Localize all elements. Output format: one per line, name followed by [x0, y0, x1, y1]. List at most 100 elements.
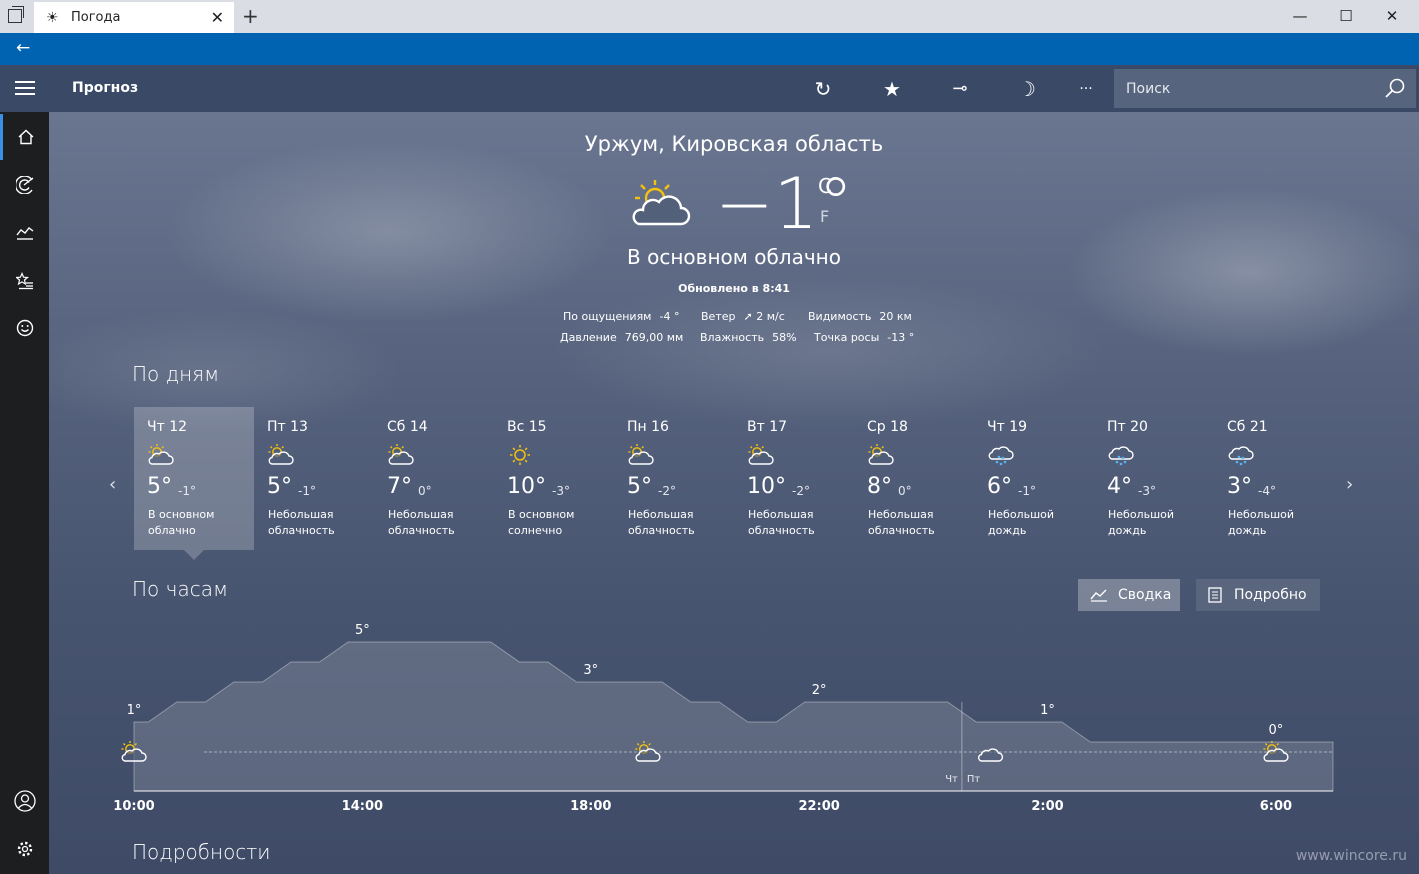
partly-cloudy-icon — [148, 444, 174, 465]
day-description: В основном солнечно — [508, 508, 575, 537]
stat-value: -4 ° — [659, 310, 680, 323]
day-low-temp: -2° — [658, 484, 676, 498]
summary-label: Сводка — [1118, 587, 1172, 603]
sidebar — [0, 112, 49, 874]
day-high-temp: 10° — [507, 474, 546, 499]
stat-value: -13 ° — [887, 331, 915, 344]
stat-value: 769,00 мм — [624, 331, 684, 344]
day-low-temp: 0° — [898, 484, 912, 498]
sidebar-item-history[interactable] — [0, 209, 49, 255]
smiley-icon — [16, 319, 33, 337]
temperature-label: 3° — [583, 663, 598, 678]
search-icon[interactable] — [1384, 77, 1406, 99]
hourly-title: По часам — [132, 577, 229, 601]
day-name: Чт 19 — [987, 419, 1028, 435]
temperature-label: 5° — [355, 623, 370, 638]
document-icon — [1208, 587, 1222, 603]
day-high-temp: 10° — [747, 474, 786, 499]
stat-label: Давление — [560, 331, 617, 344]
unit-fahrenheit[interactable]: F — [820, 207, 829, 226]
partly-cloudy-icon — [868, 444, 894, 465]
day-name: Пт 13 — [267, 419, 308, 435]
day-high-temp: 5° — [627, 474, 652, 499]
minimize-button[interactable]: — — [1277, 0, 1323, 33]
day-name: Вт 17 — [747, 419, 788, 435]
current-temperature: −1° — [715, 163, 854, 245]
day-high-temp: 8° — [867, 474, 892, 499]
day-low-temp: 0° — [418, 484, 432, 498]
chart-icon — [1090, 589, 1107, 602]
sidebar-item-feedback[interactable] — [0, 305, 49, 351]
back-button[interactable]: ← — [16, 38, 30, 58]
search-input[interactable] — [1114, 69, 1374, 108]
sidebar-item-places[interactable] — [0, 258, 49, 304]
stat-item: По ощущениям -4 ° — [563, 310, 679, 323]
day-low-temp: -4° — [1258, 484, 1276, 498]
summary-toggle-button[interactable]: Сводка — [1078, 579, 1180, 611]
search-box — [1114, 69, 1416, 108]
day-high-temp: 7° — [387, 474, 412, 499]
detail-toggle-button[interactable]: Подробно — [1196, 579, 1320, 611]
stat-label: Видимость — [808, 310, 872, 323]
theme-button[interactable]: ☽ — [1012, 75, 1042, 103]
day-low-temp: -2° — [792, 484, 810, 498]
current-condition: В основном облачно — [627, 245, 841, 269]
favorite-button[interactable]: ★ — [877, 75, 907, 103]
stat-value: 58% — [772, 331, 797, 344]
stat-label: Ветер — [701, 310, 736, 323]
day-card[interactable]: Вт 17 10° -2° Небольшая облачность — [734, 407, 854, 550]
forecast-view: Уржум, Кировская область −1° C F В основ… — [49, 112, 1419, 874]
more-button[interactable]: ··· — [1071, 75, 1101, 103]
sidebar-item-maps[interactable] — [0, 162, 49, 208]
maximize-button[interactable]: ☐ — [1323, 0, 1369, 33]
stat-value: 20 км — [879, 310, 912, 323]
favorites-icon — [15, 272, 33, 290]
rain-icon — [1108, 446, 1134, 466]
temperature-label: 1° — [1040, 703, 1055, 718]
day-card[interactable]: Ср 18 8° 0° Небольшая облачность — [854, 407, 974, 550]
temperature-label: 1° — [127, 703, 142, 718]
day-divider-label: Чт — [945, 774, 958, 785]
day-card[interactable]: Вс 15 10° -3° В основном солнечно — [494, 407, 614, 550]
stat-value: ➚ 2 м/с — [743, 310, 785, 323]
day-divider-label: Пт — [967, 774, 981, 785]
location-name: Уржум, Кировская область — [584, 132, 884, 156]
day-name: Вс 15 — [507, 419, 547, 435]
day-high-temp: 3° — [1227, 474, 1252, 499]
day-card[interactable]: Пт 20 4° -3° Небольшой дождь — [1094, 407, 1214, 550]
task-view-icon[interactable] — [8, 6, 24, 23]
pin-button[interactable]: ⊸ — [945, 75, 975, 103]
x-tick-label: 6:00 — [1260, 799, 1292, 814]
day-card[interactable]: Чт 19 6° -1° Небольшой дождь — [974, 407, 1094, 550]
x-tick-label: 22:00 — [798, 799, 839, 814]
refresh-button[interactable]: ↻ — [808, 75, 838, 103]
stat-item: Ветер ➚ 2 м/с — [701, 310, 785, 323]
x-tick-label: 10:00 — [113, 799, 154, 814]
new-tab-button[interactable]: + — [242, 4, 259, 28]
day-description: Небольшая облачность — [268, 508, 335, 537]
day-card[interactable]: Сб 21 3° -4° Небольшой дождь — [1214, 407, 1334, 550]
daily-title: По дням — [132, 362, 220, 386]
tab-close-icon[interactable]: ✕ — [211, 8, 224, 27]
day-high-temp: 6° — [987, 474, 1012, 499]
sidebar-item-settings[interactable] — [0, 826, 49, 872]
day-name: Сб 14 — [387, 419, 428, 435]
sidebar-item-forecast[interactable] — [0, 114, 49, 160]
daily-next-button[interactable]: › — [1346, 474, 1353, 495]
day-card[interactable]: Сб 14 7° 0° Небольшая облачность — [374, 407, 494, 550]
hourly-chart: Чт Пт 1° 5° 3° 2° 1° 0° 10:00 14:00 18:00 22:00 2:00… — [113, 623, 1334, 814]
stat-label: Влажность — [700, 331, 765, 344]
close-window-button[interactable]: ✕ — [1369, 0, 1415, 33]
day-card[interactable]: Пн 16 5° -2° Небольшая облачность — [614, 407, 734, 550]
day-high-temp: 5° — [267, 474, 292, 499]
tab-weather[interactable]: ☀ Погода ✕ — [34, 2, 234, 33]
account-icon — [13, 790, 36, 812]
unit-celsius[interactable]: C — [818, 174, 832, 198]
day-card[interactable]: Чт 12 5° -1° В основном облачно — [134, 407, 254, 560]
daily-prev-button[interactable]: ‹ — [109, 474, 116, 495]
sidebar-item-account[interactable] — [0, 778, 49, 824]
day-name: Ср 18 — [867, 419, 908, 435]
day-card[interactable]: Пт 13 5° -1° Небольшая облачность — [254, 407, 374, 550]
menu-icon[interactable] — [15, 81, 35, 95]
day-description: Небольшой дождь — [988, 508, 1055, 537]
